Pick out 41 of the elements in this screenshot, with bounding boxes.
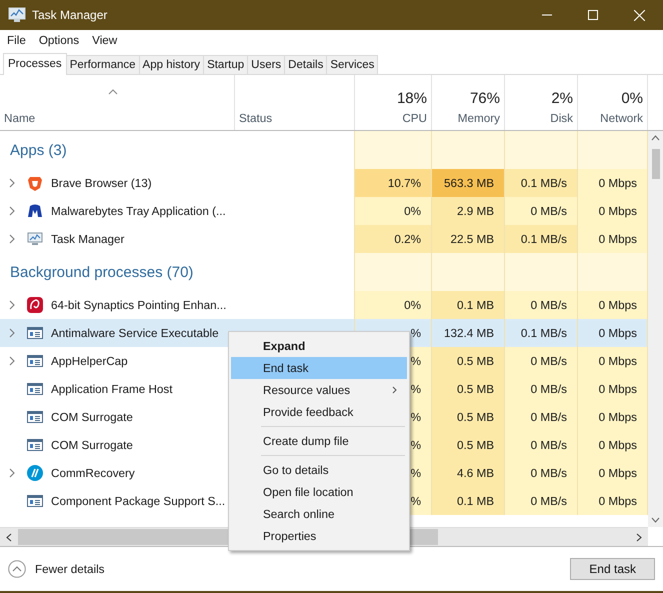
usage-cell: 0.5 MB bbox=[432, 347, 505, 375]
usage-cell: 0 MB/s bbox=[505, 197, 578, 225]
usage-total: 2% bbox=[551, 90, 573, 107]
usage-cell: 0 Mbps bbox=[578, 431, 648, 459]
usage-cell: 0.5 MB bbox=[432, 375, 505, 403]
usage-cell: 0% bbox=[355, 291, 432, 319]
usage-cell: 0 MB/s bbox=[505, 487, 578, 515]
usage-cell: 0.5 MB bbox=[432, 403, 505, 431]
usage-cell: 2.9 MB bbox=[432, 197, 505, 225]
window-title: Task Manager bbox=[32, 8, 108, 22]
usage-total: 0% bbox=[621, 90, 643, 107]
usage-cell: 0.1 MB/s bbox=[505, 225, 578, 253]
usage-cell: 0 MB/s bbox=[505, 431, 578, 459]
group-heading: Background processes (70) bbox=[10, 264, 194, 280]
usage-cell: 22.5 MB bbox=[432, 225, 505, 253]
usage-cell: 0 MB/s bbox=[505, 291, 578, 319]
usage-cell: 0.2% bbox=[355, 225, 432, 253]
usage-cell: 0% bbox=[355, 197, 432, 225]
usage-cell: 4.6 MB bbox=[432, 459, 505, 487]
usage-cell: 0 Mbps bbox=[578, 375, 648, 403]
usage-cell: 0 Mbps bbox=[578, 459, 648, 487]
usage-cell: 563.3 MB bbox=[432, 169, 505, 197]
usage-cell: 0.1 MB/s bbox=[505, 169, 578, 197]
usage-cell: 0 Mbps bbox=[578, 197, 648, 225]
usage-cell: 0 Mbps bbox=[578, 403, 648, 431]
usage-total: 76% bbox=[470, 90, 500, 107]
usage-cell: 0 Mbps bbox=[578, 347, 648, 375]
usage-cell: 0 MB/s bbox=[505, 459, 578, 487]
usage-cell: 0.1 MB bbox=[432, 487, 505, 515]
usage-cell: 0 MB/s bbox=[505, 347, 578, 375]
usage-cell: 0.5 MB bbox=[432, 431, 505, 459]
usage-total: 18% bbox=[396, 90, 427, 107]
usage-cell: 0 Mbps bbox=[578, 291, 648, 319]
usage-cell: 0 Mbps bbox=[578, 169, 648, 197]
usage-cell: 0 MB/s bbox=[505, 375, 578, 403]
usage-cell: 0 MB/s bbox=[505, 403, 578, 431]
usage-cell: 10.7% bbox=[355, 169, 432, 197]
group-heading: Apps (3) bbox=[10, 142, 67, 158]
usage-cell: 0 Mbps bbox=[578, 487, 648, 515]
usage-cell: 0 Mbps bbox=[578, 225, 648, 253]
usage-cell: 0.1 MB bbox=[432, 291, 505, 319]
